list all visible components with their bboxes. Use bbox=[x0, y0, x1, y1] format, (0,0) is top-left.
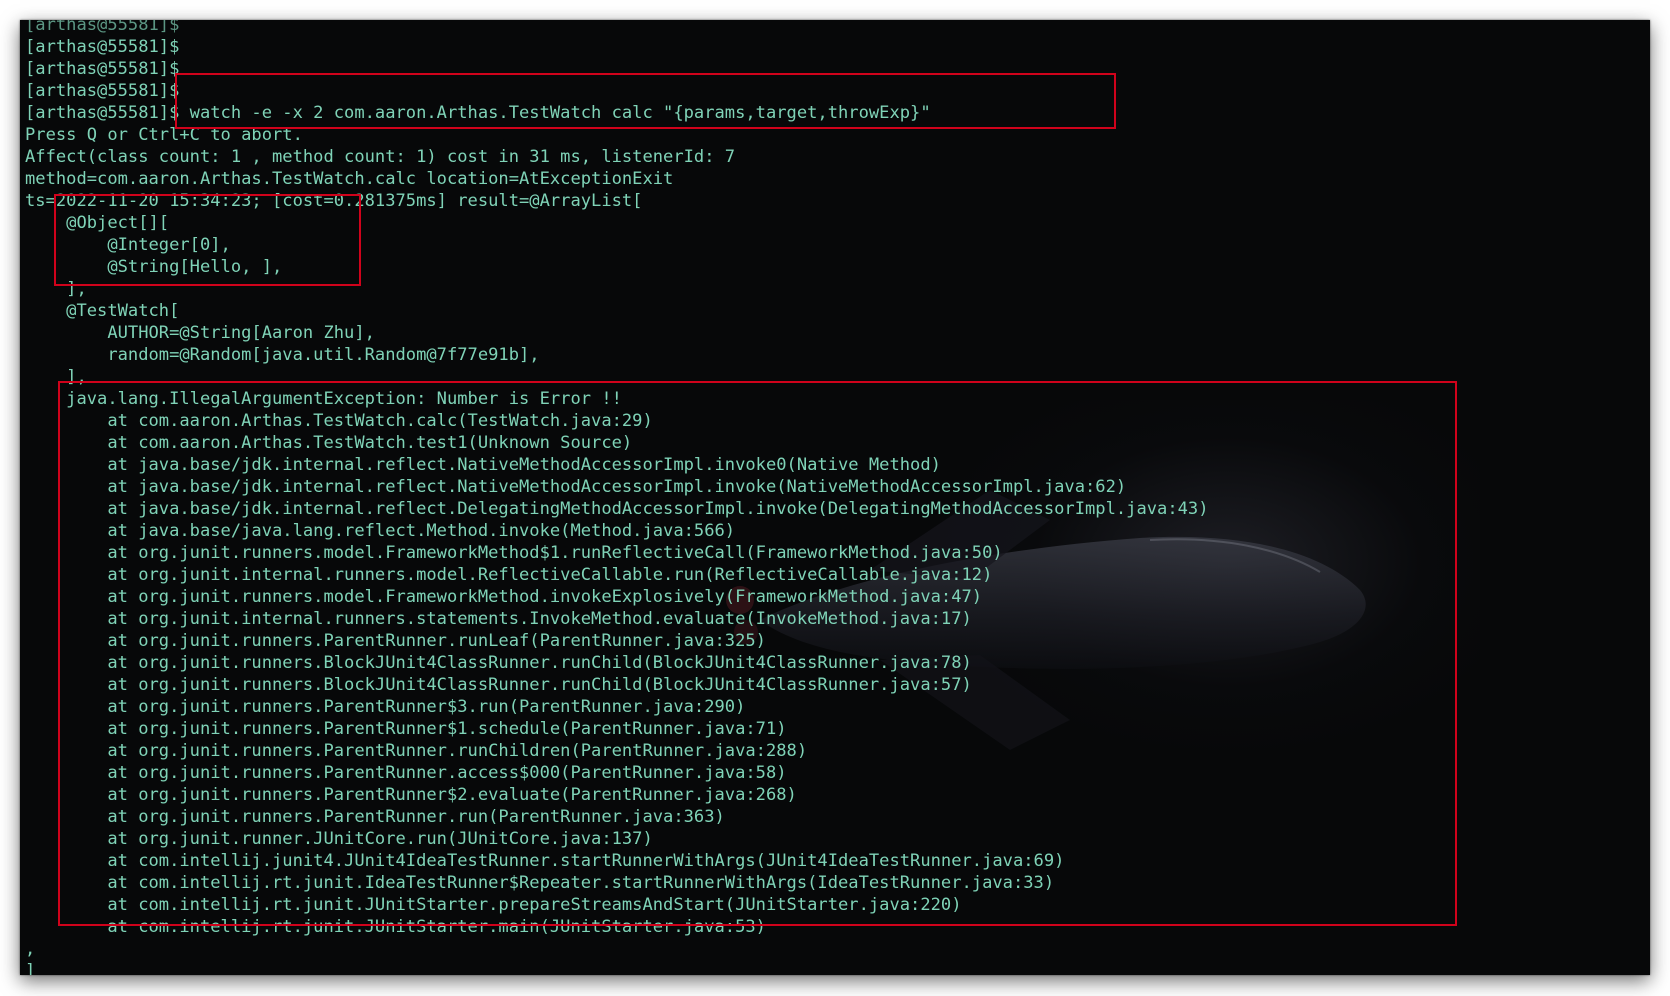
result-close-line: ] bbox=[25, 961, 36, 975]
exception-highlight-box bbox=[58, 381, 1457, 926]
params-highlight-box bbox=[54, 194, 361, 286]
affect-line: Affect(class count: 1 , method count: 1)… bbox=[25, 147, 736, 167]
result-close-line: , bbox=[25, 939, 36, 959]
scrolled-line: [arthas@55581]$ bbox=[25, 20, 180, 35]
target-line: @TestWatch[ bbox=[25, 301, 180, 321]
prompt-line: [arthas@55581]$ bbox=[25, 37, 180, 57]
target-line: random=@Random[java.util.Random@7f77e91b… bbox=[25, 345, 540, 365]
command-highlight-box bbox=[175, 73, 1116, 129]
terminal-window[interactable]: [arthas@55581]$ [arthas@55581]$ [arthas@… bbox=[20, 20, 1650, 975]
target-line: AUTHOR=@String[Aaron Zhu], bbox=[25, 323, 375, 343]
method-location-line: method=com.aaron.Arthas.TestWatch.calc l… bbox=[25, 169, 674, 189]
